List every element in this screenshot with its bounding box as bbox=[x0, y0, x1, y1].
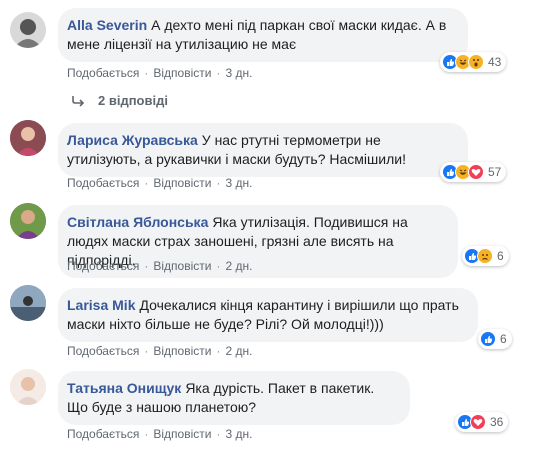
reaction-count: 43 bbox=[488, 55, 502, 69]
comment-time[interactable]: 3 дн. bbox=[225, 427, 252, 441]
wow-icon bbox=[468, 54, 484, 70]
like-link[interactable]: Подобається bbox=[67, 176, 139, 190]
reaction-count: 57 bbox=[488, 165, 502, 179]
like-link[interactable]: Подобається bbox=[67, 427, 139, 441]
comment-time[interactable]: 2 дн. bbox=[225, 344, 252, 358]
replies-label: 2 відповіді bbox=[98, 93, 168, 108]
reaction-count: 6 bbox=[497, 249, 504, 263]
avatar[interactable] bbox=[10, 120, 46, 156]
reply-link[interactable]: Відповісти bbox=[153, 259, 211, 273]
comment-author[interactable]: Larisa Mik bbox=[67, 297, 135, 313]
comment-actions: Подобається · Відповісти · 3 дн. bbox=[67, 66, 253, 80]
comment-author[interactable]: Татьяна Онищук bbox=[67, 380, 181, 396]
reply-arrow-icon bbox=[72, 95, 85, 107]
avatar[interactable] bbox=[10, 12, 46, 48]
view-replies-link[interactable]: 2 відповіді bbox=[72, 93, 168, 108]
avatar[interactable] bbox=[10, 285, 46, 321]
comment-actions: Подобається · Відповісти · 2 дн. bbox=[67, 344, 253, 358]
comment-time[interactable]: 2 дн. bbox=[225, 259, 252, 273]
comment-author[interactable]: Лариса Журавська bbox=[67, 132, 198, 148]
comment-author[interactable]: Alla Severin bbox=[67, 17, 147, 33]
comment-bubble: Татьяна Онищук Яка дурість. Пакет в пакет… bbox=[58, 371, 410, 425]
like-link[interactable]: Подобається bbox=[67, 66, 139, 80]
comment-time[interactable]: 3 дн. bbox=[225, 176, 252, 190]
reply-link[interactable]: Відповісти bbox=[153, 427, 211, 441]
like-icon bbox=[480, 331, 496, 347]
comment-time[interactable]: 3 дн. bbox=[225, 66, 252, 80]
comment-bubble: Larisa Mik Дочекалися кінця карантину і в… bbox=[58, 288, 478, 342]
avatar[interactable] bbox=[10, 369, 46, 405]
comment-author[interactable]: Світлана Яблонська bbox=[67, 214, 208, 230]
like-link[interactable]: Подобається bbox=[67, 344, 139, 358]
avatar[interactable] bbox=[10, 203, 46, 239]
reaction-count: 6 bbox=[500, 332, 507, 346]
like-link[interactable]: Подобається bbox=[67, 259, 139, 273]
love-icon bbox=[468, 164, 484, 180]
reaction-count: 36 bbox=[490, 415, 504, 429]
reply-link[interactable]: Відповісти bbox=[153, 66, 211, 80]
comment-actions: Подобається · Відповісти · 3 дн. bbox=[67, 176, 253, 190]
love-icon bbox=[470, 414, 486, 430]
reaction-summary[interactable]: 6 bbox=[462, 246, 509, 266]
comment-bubble: Alla Severin А дехто мені під паркан свої… bbox=[58, 8, 468, 62]
reaction-summary[interactable]: 57 bbox=[440, 162, 507, 182]
comment-bubble: Лариса Журавська У нас ртутні термометри … bbox=[58, 123, 468, 177]
sad-icon bbox=[477, 248, 493, 264]
reaction-summary[interactable]: 6 bbox=[478, 329, 512, 349]
reaction-summary[interactable]: 43 bbox=[440, 52, 507, 72]
reply-link[interactable]: Відповісти bbox=[153, 344, 211, 358]
comment-actions: Подобається · Відповісти · 2 дн. bbox=[67, 259, 253, 273]
reaction-summary[interactable]: 36 bbox=[455, 412, 509, 432]
reply-link[interactable]: Відповісти bbox=[153, 176, 211, 190]
comment-actions: Подобається · Відповісти · 3 дн. bbox=[67, 427, 253, 441]
